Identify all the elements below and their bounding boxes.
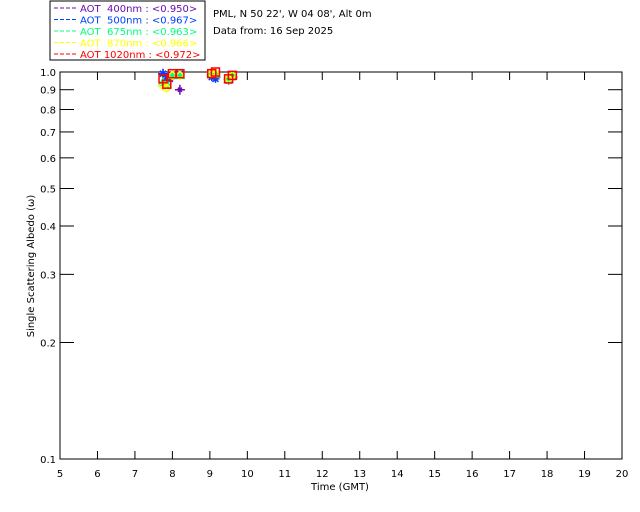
x-tick-label: 18 bbox=[541, 469, 554, 480]
legend-entry: AOT 400nm : <0.950> bbox=[80, 4, 197, 15]
y-tick-label: 0.1 bbox=[40, 455, 56, 466]
x-tick-label: 20 bbox=[616, 469, 629, 480]
legend-entry: AOT 1020nm : <0.972> bbox=[80, 50, 200, 61]
x-tick-label: 9 bbox=[207, 469, 213, 480]
series-4 bbox=[158, 67, 238, 89]
x-tick-label: 8 bbox=[169, 469, 175, 480]
x-tick-label: 11 bbox=[278, 469, 291, 480]
data-point bbox=[159, 69, 168, 78]
x-tick-label: 7 bbox=[132, 469, 138, 480]
y-tick-label: 0.2 bbox=[40, 339, 56, 350]
legend-entry: AOT 870nm : <0.966> bbox=[80, 39, 197, 50]
date-info: Data from: 16 Sep 2025 bbox=[213, 26, 333, 37]
x-tick-label: 15 bbox=[428, 469, 441, 480]
plot-frame bbox=[59, 71, 623, 460]
chart: AOT 400nm : <0.950> AOT 500nm : <0.967> AO… bbox=[0, 0, 640, 512]
x-tick-label: 12 bbox=[316, 469, 329, 480]
y-tick-label: 0.5 bbox=[40, 184, 56, 195]
site-info: PML, N 50 22', W 04 08', Alt 0m bbox=[213, 9, 372, 20]
data-point bbox=[174, 84, 185, 95]
x-tick-label: 17 bbox=[503, 469, 516, 480]
y-tick-label: 0.6 bbox=[40, 154, 56, 165]
x-axis-label: Time (GMT) bbox=[310, 482, 369, 493]
legend-entry: AOT 675nm : <0.963> bbox=[80, 27, 197, 38]
x-tick-label: 5 bbox=[57, 469, 63, 480]
y-tick-label: 0.9 bbox=[40, 86, 56, 97]
y-tick-label: 0.4 bbox=[40, 222, 56, 233]
y-tick-label: 0.3 bbox=[40, 270, 56, 281]
x-tick-label: 14 bbox=[391, 469, 404, 480]
y-tick-label: 0.8 bbox=[40, 106, 56, 117]
y-axis-label: Single Scattering Albedo (ω) bbox=[26, 195, 37, 338]
x-tick-label: 13 bbox=[353, 469, 366, 480]
y-tick-label: 0.7 bbox=[40, 128, 56, 139]
x-tick-label: 19 bbox=[578, 469, 591, 480]
legend-entry: AOT 500nm : <0.967> bbox=[80, 16, 197, 27]
x-tick-label: 16 bbox=[466, 469, 479, 480]
x-tick-label: 10 bbox=[241, 469, 254, 480]
legend: AOT 400nm : <0.950>AOT 500nm : <0.967>AO… bbox=[49, 0, 206, 61]
y-tick-label: 1.0 bbox=[40, 68, 56, 79]
x-tick-label: 6 bbox=[94, 469, 100, 480]
chart-svg: AOT 400nm : <0.950>AOT 500nm : <0.967>AO… bbox=[26, 0, 629, 493]
